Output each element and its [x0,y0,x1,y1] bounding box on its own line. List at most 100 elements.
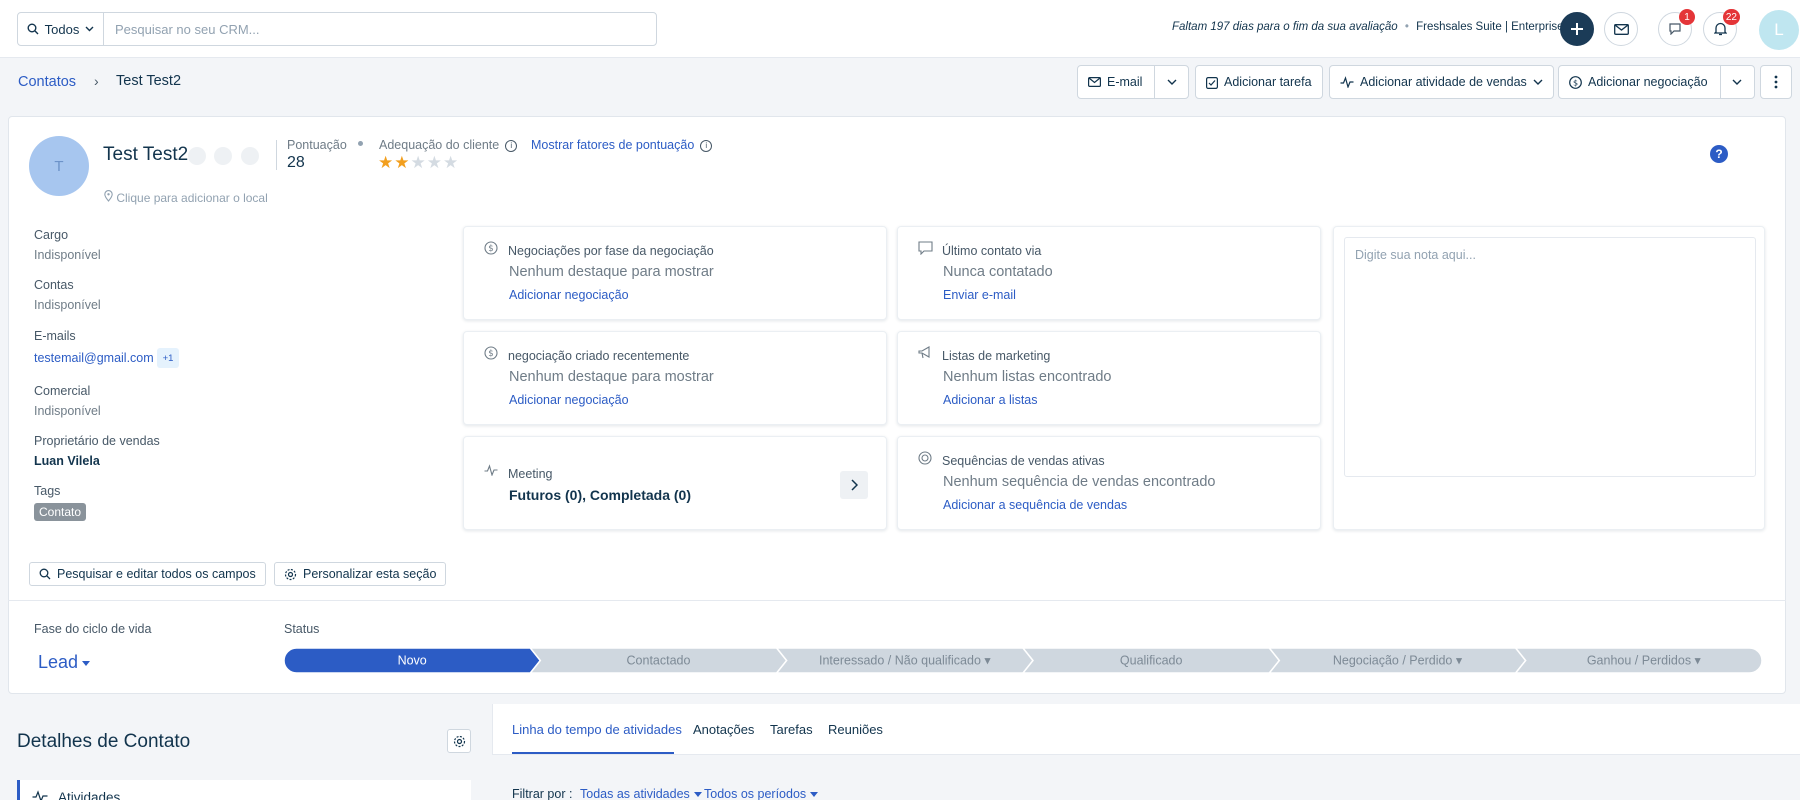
tag-chip[interactable]: Contato [34,503,87,521]
help-icon[interactable]: ? [1710,145,1728,163]
pipeline-stage[interactable]: Interessado / Não qualificado ▾ [775,648,1034,673]
tab-notes[interactable]: Anotações [693,722,754,737]
widget-title: Listas de marketing [942,349,1051,363]
add-deal-button[interactable]: $ Adicionar negociação [1558,65,1755,99]
activity-pulse-icon [32,790,48,800]
add-deal-link[interactable]: Adicionar negociação [509,393,629,407]
inbox-button[interactable] [1604,12,1638,46]
period-filter[interactable]: Todos os períodos [704,787,819,800]
star-filled-icon[interactable]: ★ [394,153,410,172]
add-sales-activity-button[interactable]: Adicionar atividade de vendas [1329,65,1554,99]
widget-subtitle: Nunca contatado [943,264,1053,280]
star-empty-icon[interactable]: ★ [443,153,459,172]
email-options-dropdown[interactable] [1154,66,1188,98]
star-empty-icon[interactable]: ★ [411,153,427,172]
global-search[interactable]: Todos Pesquisar no seu CRM... [17,12,657,46]
search-input[interactable]: Pesquisar no seu CRM... [104,22,260,37]
email-value-link[interactable]: testemail@gmail.com [34,351,154,365]
notifications-button[interactable]: 22 [1703,9,1740,46]
tab-activity-timeline[interactable]: Linha do tempo de atividades [512,722,682,737]
chat-bubble-icon [918,241,933,255]
widget-subtitle: Nenhum sequência de vendas encontrado [943,474,1216,490]
add-task-label: Adicionar tarefa [1224,75,1312,89]
contact-name[interactable]: Test Test2 [103,144,188,166]
dollar-circle-icon: $ [484,241,498,255]
facebook-icon[interactable] [188,147,206,165]
info-icon[interactable]: i [700,139,713,152]
separator-dot [358,141,363,146]
pipeline-stage[interactable]: Qualificado [1022,648,1281,673]
pipeline-stage-label: Contactado [627,654,691,668]
star-empty-icon[interactable]: ★ [427,153,443,172]
more-emails-chip[interactable]: +1 [157,348,179,368]
contact-details-title: Detalhes de Contato [17,731,191,752]
gear-icon [284,568,297,580]
pipeline-stage[interactable]: Contactado [529,648,788,673]
add-deal-label: Adicionar negociação [1588,75,1708,89]
pipeline-stage[interactable]: Novo [284,648,542,673]
show-score-factors-text: Mostrar fatores de pontuação [531,138,695,152]
lifecycle-stage-label: Fase do ciclo de vida [34,622,152,636]
quick-add-button[interactable] [1560,12,1594,46]
show-score-factors-link[interactable]: Mostrar fatores de pontuação i [531,138,713,152]
user-avatar[interactable]: L [1759,10,1799,50]
add-deal-options-dropdown[interactable] [1719,66,1754,98]
lifecycle-stage-value: Lead [38,652,79,672]
megaphone-icon [918,346,930,359]
star-filled-icon[interactable]: ★ [378,153,394,172]
add-task-button[interactable]: Adicionar tarefa [1195,65,1323,99]
owner-value[interactable]: Luan Vilela [34,454,100,468]
task-check-icon [1206,76,1218,89]
meeting-widget[interactable]: Meeting Futuros (0), Completada (0) [463,436,887,530]
job-title-value[interactable]: Indisponível [34,248,101,262]
note-textarea[interactable]: Digite sua nota aqui... [1344,237,1756,477]
info-icon[interactable]: i [505,139,518,152]
add-deal-link[interactable]: Adicionar negociação [509,288,629,302]
notes-widget: Digite sua nota aqui... [1333,226,1765,530]
pipeline-stage[interactable]: Negociação / Perdido ▾ [1268,648,1527,673]
pipeline-stage[interactable]: Ganhou / Perdidos ▾ [1514,648,1762,673]
emails-label: E-mails [34,329,76,343]
add-to-lists-link[interactable]: Adicionar a listas [943,393,1038,407]
recent-deal-widget: $ negociação criado recentemente Nenhum … [463,331,887,425]
caret-down-icon [810,792,819,798]
chat-button[interactable]: 1 [1658,9,1695,46]
meeting-expand-button[interactable] [840,471,868,499]
search-edit-fields-button[interactable]: Pesquisar e editar todos os campos [29,562,266,586]
accounts-label: Contas [34,278,74,292]
search-scope-dropdown[interactable]: Todos [18,13,104,45]
add-sequence-link[interactable]: Adicionar a sequência de vendas [943,498,1127,512]
send-email-link[interactable]: Enviar e-mail [943,288,1016,302]
activities-nav-item[interactable]: Atividades [17,780,471,800]
chevron-down-icon [1533,79,1543,85]
activity-pulse-icon [1340,76,1354,88]
sales-rep-value[interactable]: Indisponível [34,404,101,418]
chevron-down-icon [85,26,94,32]
widget-title: Negociações por fase da negociação [508,244,714,258]
chevron-down-icon [1167,79,1177,85]
chevron-down-icon [1732,79,1742,85]
tab-meetings[interactable]: Reuniões [828,722,883,737]
linkedin-icon[interactable] [241,147,259,165]
add-location-link[interactable]: Clique para adicionar o local [104,190,268,205]
gear-icon [453,735,465,747]
twitter-icon[interactable] [214,147,232,165]
breadcrumb-contacts-link[interactable]: Contatos [18,74,76,90]
kebab-menu-icon [1774,75,1778,89]
contact-avatar[interactable]: T [29,136,89,196]
email-button[interactable]: E-mail [1077,65,1190,99]
more-options-button[interactable] [1760,65,1792,99]
marketing-lists-widget: Listas de marketing Nenhum listas encont… [897,331,1321,425]
activity-type-filter[interactable]: Todas as atividades [580,787,702,800]
widget-title: Último contato via [942,244,1042,258]
pipeline-stage-label: Novo [398,654,427,668]
lifecycle-stage-dropdown[interactable]: Lead [38,652,91,673]
mail-icon [1613,23,1629,35]
tab-tasks[interactable]: Tarefas [770,722,813,737]
filter-label: Filtrar por : [512,787,573,800]
accounts-value[interactable]: Indisponível [34,298,101,312]
customize-section-button[interactable]: Personalizar esta seção [274,562,447,586]
svg-text:$: $ [488,349,493,359]
widget-title: negociação criado recentemente [508,349,690,363]
details-settings-button[interactable] [447,729,471,753]
